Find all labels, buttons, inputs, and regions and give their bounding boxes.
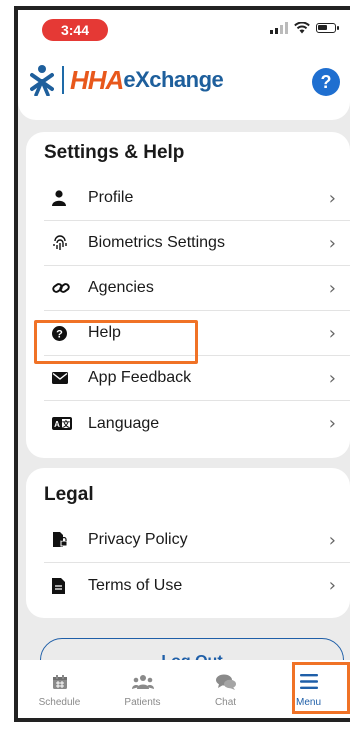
envelope-icon [44, 372, 82, 384]
chevron-right-icon: › [328, 413, 336, 434]
people-icon [131, 671, 154, 693]
document-icon [44, 577, 82, 594]
menu-item-label: Privacy Policy [88, 531, 188, 548]
chevron-right-icon: › [328, 529, 336, 551]
language-icon: A文 [44, 417, 82, 430]
chevron-right-icon: › [328, 322, 336, 344]
logo-divider [62, 66, 64, 94]
menu-item-label: Agencies [88, 279, 154, 296]
svg-text:文: 文 [62, 419, 71, 429]
battery-icon [316, 23, 339, 33]
menu-item-profile[interactable]: Profile › [44, 176, 350, 221]
tab-chat[interactable]: Chat [186, 671, 266, 708]
menu-item-language[interactable]: A文 Language › [44, 401, 350, 446]
logo-figure-icon [30, 65, 54, 96]
menu-item-label: Terms of Use [88, 576, 183, 594]
menu-highlight-box [292, 662, 350, 714]
menu-item-label: Biometrics Settings [88, 234, 225, 251]
chat-icon [215, 671, 236, 693]
tab-label: Patients [124, 696, 161, 708]
wifi-icon [294, 22, 310, 34]
tab-patients[interactable]: Patients [103, 671, 183, 708]
legal-card: Legal Privacy Policy › Terms of Use › [26, 468, 350, 618]
app-header: HHA eXchange ? [18, 48, 350, 120]
logo-hha-text: HHA [70, 64, 124, 95]
svg-text:A: A [54, 420, 60, 429]
tab-schedule[interactable]: Schedule [20, 671, 100, 708]
chevron-right-icon: › [328, 575, 336, 596]
person-icon [44, 190, 82, 206]
help-button[interactable]: ? [312, 68, 340, 96]
legal-title: Legal [44, 484, 94, 505]
status-icons [270, 22, 339, 34]
chevron-right-icon: › [328, 367, 336, 389]
signal-icon [270, 22, 288, 34]
phone-screen: 3:44 HHA eXchange ? Settings & Help Prof… [14, 6, 350, 722]
menu-item-label: App Feedback [88, 369, 192, 386]
menu-item-label: Profile [88, 189, 134, 206]
tab-label: Chat [214, 696, 237, 708]
status-bar: 3:44 [18, 10, 350, 48]
menu-item-agencies[interactable]: Agencies › [44, 266, 350, 311]
settings-help-card: Settings & Help Profile › Biometrics Set… [26, 132, 350, 458]
chevron-right-icon: › [328, 232, 336, 254]
help-highlight-box [34, 320, 198, 364]
bottom-tab-bar: Schedule Patients Chat Menu [18, 660, 350, 718]
status-time: 3:44 [42, 19, 108, 41]
tab-label: Schedule [38, 696, 81, 708]
logo-exchange-text: eXchange [123, 67, 224, 92]
app-logo: HHA eXchange [30, 64, 224, 96]
menu-item-privacy-policy[interactable]: Privacy Policy › [44, 518, 350, 563]
menu-item-biometrics[interactable]: Biometrics Settings › [44, 221, 350, 266]
chevron-right-icon: › [328, 187, 336, 209]
chevron-right-icon: › [328, 277, 336, 299]
menu-item-label: Language [88, 414, 160, 432]
menu-item-terms-of-use[interactable]: Terms of Use › [44, 563, 350, 608]
document-lock-icon [44, 532, 82, 548]
link-icon [44, 281, 82, 295]
settings-help-title: Settings & Help [44, 142, 185, 163]
fingerprint-icon [44, 235, 82, 251]
calendar-icon [52, 671, 68, 693]
